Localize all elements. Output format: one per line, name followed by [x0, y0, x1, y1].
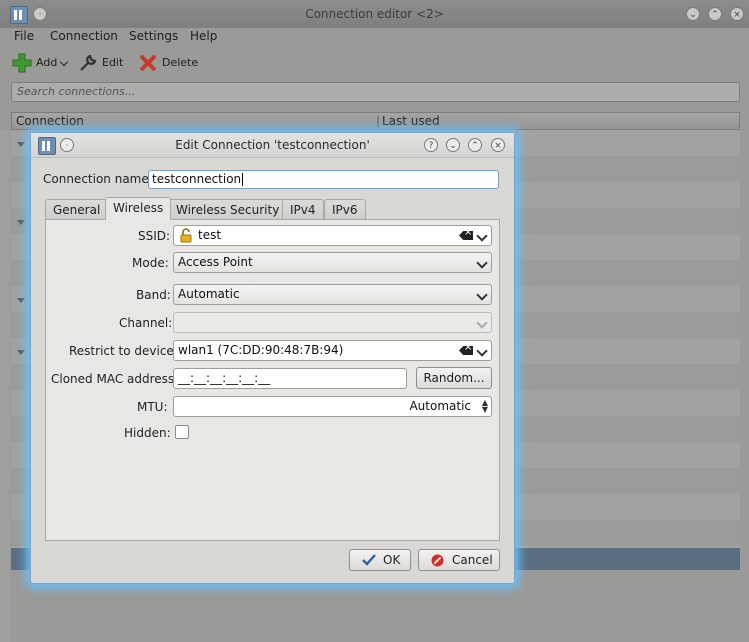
mtu-label: MTU:: [137, 400, 168, 414]
expand-icon[interactable]: [17, 220, 25, 225]
toolbar: Add Edit Delete: [0, 48, 749, 76]
delete-x-icon: [139, 54, 157, 72]
side-strip: [0, 130, 10, 642]
band-select[interactable]: Automatic: [173, 284, 492, 305]
column-last-used[interactable]: Last used: [382, 114, 440, 128]
connection-list-header: Connection | Last used: [11, 112, 740, 130]
mode-select[interactable]: Access Point: [173, 252, 492, 273]
ssid-combo[interactable]: test: [173, 225, 492, 246]
expand-icon[interactable]: [17, 142, 25, 147]
checkmark-icon: [362, 554, 376, 566]
hidden-checkbox[interactable]: [175, 425, 189, 439]
unlocked-lock-icon: [180, 228, 192, 243]
mtu-spin-arrows-icon[interactable]: ▲ ▼: [482, 399, 488, 414]
dialog-minimize-icon[interactable]: ⌄: [446, 138, 460, 152]
add-dropdown-icon[interactable]: [59, 57, 69, 67]
clear-device-icon[interactable]: [459, 346, 473, 355]
expand-icon[interactable]: [17, 298, 25, 303]
channel-label: Channel:: [119, 316, 173, 330]
dialog-maximize-icon[interactable]: ⌃: [468, 138, 482, 152]
connection-name-input[interactable]: testconnection: [148, 170, 499, 189]
menu-file[interactable]: File: [14, 29, 34, 43]
expand-icon[interactable]: [17, 350, 25, 355]
help-icon[interactable]: ?: [424, 138, 438, 152]
tab-ipv4[interactable]: IPv4: [282, 199, 324, 219]
random-mac-button[interactable]: Random...: [416, 367, 492, 389]
delete-button[interactable]: Delete: [138, 53, 198, 73]
restrict-device-label: Restrict to device:: [69, 344, 178, 358]
channel-select[interactable]: [173, 312, 492, 333]
menu-bar: File Connection Settings Help: [0, 28, 749, 48]
hidden-label: Hidden:: [124, 426, 171, 440]
cloned-mac-label: Cloned MAC address:: [51, 372, 179, 386]
plus-icon: [12, 53, 32, 73]
tab-ipv6[interactable]: IPv6: [324, 199, 366, 219]
tab-wireless[interactable]: Wireless: [105, 197, 172, 220]
clear-ssid-icon[interactable]: [459, 231, 473, 240]
tab-general[interactable]: General: [45, 199, 109, 219]
main-window-title: Connection editor <2>: [305, 7, 444, 21]
dialog-close-icon[interactable]: ×: [491, 138, 505, 152]
mode-dropdown-icon: [476, 257, 488, 269]
ssid-dropdown-icon[interactable]: [476, 230, 488, 242]
cancel-button[interactable]: Cancel: [418, 549, 500, 571]
device-dropdown-icon[interactable]: [476, 345, 488, 357]
channel-dropdown-icon: [476, 317, 488, 329]
menu-settings[interactable]: Settings: [129, 29, 178, 43]
close-icon[interactable]: ×: [730, 7, 744, 21]
connection-name-label: Connection name:: [43, 172, 153, 186]
mtu-spinbox[interactable]: Automatic ▲ ▼: [173, 396, 492, 417]
ok-button[interactable]: OK: [349, 549, 411, 571]
edit-connection-dialog: · Edit Connection 'testconnection' ? ⌄ ⌃…: [30, 132, 515, 584]
menu-connection[interactable]: Connection: [50, 29, 118, 43]
mode-label: Mode:: [132, 256, 169, 270]
cloned-mac-input[interactable]: __:__:__:__:__:__: [173, 368, 407, 389]
main-titlebar: · Connection editor <2> ⌄ ⌃ ×: [0, 0, 749, 28]
minimize-icon[interactable]: ⌄: [686, 7, 700, 21]
wrench-icon: [80, 54, 97, 71]
edit-button[interactable]: Edit: [78, 53, 128, 73]
menu-help[interactable]: Help: [190, 29, 217, 43]
search-input[interactable]: Search connections...: [11, 82, 740, 102]
dialog-title: Edit Connection 'testconnection': [175, 138, 370, 152]
dialog-titlebar: · Edit Connection 'testconnection' ? ⌄ ⌃…: [31, 133, 514, 158]
tab-wireless-security[interactable]: Wireless Security: [168, 199, 288, 219]
ssid-label: SSID:: [138, 229, 171, 243]
maximize-icon[interactable]: ⌃: [708, 7, 722, 21]
cancel-icon: [431, 554, 444, 567]
add-button[interactable]: Add: [12, 53, 70, 73]
restrict-device-combo[interactable]: wlan1 (7C:DD:90:48:7B:94): [173, 340, 492, 361]
band-dropdown-icon: [476, 289, 488, 301]
column-connection[interactable]: Connection: [16, 114, 84, 128]
band-label: Band:: [136, 288, 171, 302]
